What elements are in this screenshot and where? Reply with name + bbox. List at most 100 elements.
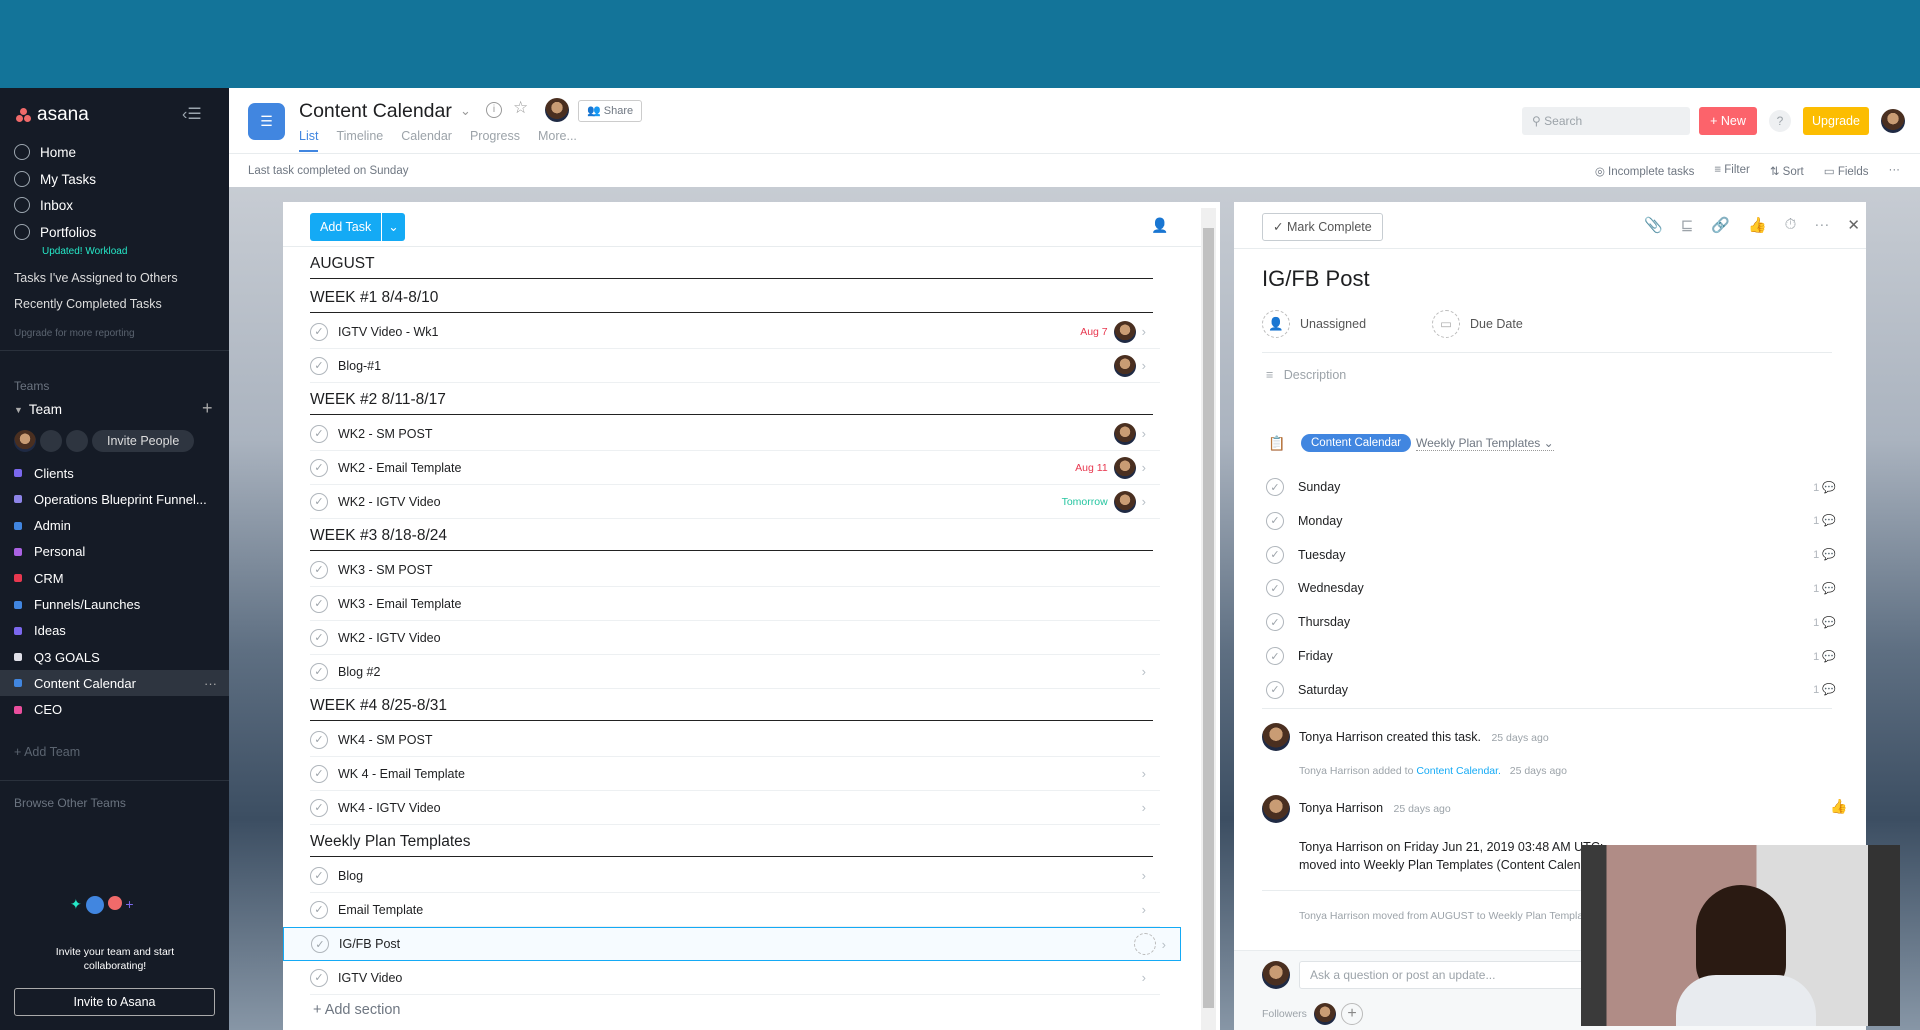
- close-icon[interactable]: ✕: [1847, 216, 1860, 234]
- chevron-right-icon[interactable]: ›: [1142, 902, 1146, 917]
- comment-count[interactable]: 1 💬: [1813, 650, 1836, 663]
- description-field[interactable]: ≡ Description: [1266, 368, 1346, 382]
- sidebar-project[interactable]: Admin: [0, 513, 229, 539]
- subtask-row[interactable]: ✓ Thursday 1 💬: [1266, 605, 1836, 639]
- complete-checkbox-icon[interactable]: ✓: [1266, 680, 1284, 699]
- incomplete-tasks-button[interactable]: ◎ Incomplete tasks: [1595, 164, 1695, 178]
- comment-count[interactable]: 1 💬: [1813, 548, 1836, 561]
- user-avatar[interactable]: [1881, 109, 1905, 133]
- task-row[interactable]: ✓ WK2 - SM POST ›: [310, 417, 1160, 451]
- filter-button[interactable]: ≡ Filter: [1714, 164, 1749, 178]
- subtask-row[interactable]: ✓ Tuesday 1 💬: [1266, 538, 1836, 572]
- report-recently-completed[interactable]: Recently Completed Tasks: [14, 297, 162, 311]
- add-section-button[interactable]: + Add section: [313, 1002, 400, 1018]
- comment-count[interactable]: 1 💬: [1813, 481, 1836, 494]
- task-title[interactable]: IG/FB Post: [1262, 266, 1370, 292]
- complete-checkbox-icon[interactable]: ✓: [310, 866, 328, 885]
- new-button[interactable]: + New: [1699, 107, 1757, 135]
- complete-checkbox-icon[interactable]: ✓: [311, 935, 329, 953]
- sidebar-project[interactable]: CRM: [0, 565, 229, 591]
- complete-checkbox-icon[interactable]: ✓: [310, 900, 328, 919]
- complete-checkbox-icon[interactable]: ✓: [1266, 579, 1284, 598]
- add-team-button[interactable]: + Add Team: [14, 745, 80, 759]
- assignee-avatar[interactable]: [1113, 320, 1136, 343]
- subtask-icon[interactable]: ⊑: [1681, 216, 1694, 234]
- section-dropdown[interactable]: Weekly Plan Templates ⌄: [1416, 436, 1554, 451]
- complete-checkbox-icon[interactable]: ✓: [310, 594, 328, 613]
- complete-checkbox-icon[interactable]: ✓: [310, 322, 328, 341]
- project-title[interactable]: Content Calendar: [299, 100, 452, 123]
- subtask-row[interactable]: ✓ Friday 1 💬: [1266, 639, 1836, 673]
- chevron-right-icon[interactable]: ›: [1142, 970, 1146, 985]
- chevron-right-icon[interactable]: ›: [1142, 494, 1146, 509]
- tab-calendar[interactable]: Calendar: [401, 129, 452, 152]
- avatar[interactable]: [14, 430, 36, 452]
- add-task-dropdown-icon[interactable]: ⌄: [381, 213, 404, 241]
- chevron-right-icon[interactable]: ›: [1142, 766, 1146, 781]
- assignee-avatar[interactable]: [1113, 354, 1136, 377]
- upgrade-reporting-link[interactable]: Upgrade for more reporting: [14, 328, 135, 339]
- nav-home[interactable]: Home: [14, 144, 76, 160]
- section-header[interactable]: AUGUST: [283, 247, 1203, 281]
- complete-checkbox-icon[interactable]: ✓: [1266, 545, 1284, 564]
- add-project-icon[interactable]: +: [202, 398, 213, 419]
- task-row[interactable]: ✓ IGTV Video - Wk1 Aug 7 ›: [310, 315, 1160, 349]
- section-header[interactable]: WEEK #1 8/4-8/10: [283, 281, 1203, 315]
- attachment-icon[interactable]: 📎: [1644, 216, 1663, 234]
- chevron-right-icon[interactable]: ›: [1142, 426, 1146, 441]
- task-row[interactable]: ✓ Blog #2 ›: [310, 655, 1160, 689]
- subtask-row[interactable]: ✓ Saturday 1 💬: [1266, 673, 1836, 707]
- comment-count[interactable]: 1 💬: [1813, 616, 1836, 629]
- info-icon[interactable]: i: [486, 102, 502, 118]
- chevron-right-icon[interactable]: ›: [1162, 937, 1166, 952]
- search-input[interactable]: ⚲ Search: [1522, 107, 1690, 135]
- project-tag[interactable]: Content Calendar: [1301, 434, 1412, 452]
- due-date-field[interactable]: ▭ Due Date: [1432, 310, 1523, 338]
- task-row[interactable]: ✓ WK4 - SM POST: [310, 723, 1160, 757]
- comment-count[interactable]: 1 💬: [1813, 683, 1836, 696]
- comment-like-icon[interactable]: 👍: [1830, 798, 1847, 815]
- complete-checkbox-icon[interactable]: ✓: [1266, 478, 1284, 496]
- subtask-row[interactable]: ✓ Monday 1 💬: [1266, 504, 1836, 538]
- add-task-button[interactable]: Add Task ⌄: [310, 213, 405, 241]
- help-button[interactable]: ?: [1769, 110, 1791, 132]
- tab-more[interactable]: More...: [538, 129, 577, 152]
- sidebar-project[interactable]: Ideas: [0, 618, 229, 644]
- task-row[interactable]: ✓ WK3 - SM POST: [310, 553, 1160, 587]
- assignee-filter-icon[interactable]: 👤: [1151, 217, 1168, 234]
- subtask-row[interactable]: ✓ Wednesday 1 💬: [1266, 571, 1836, 605]
- tab-list[interactable]: List: [299, 129, 319, 152]
- task-row[interactable]: ✓ Email Template ›: [310, 893, 1160, 927]
- section-header[interactable]: WEEK #2 8/11-8/17: [283, 383, 1203, 417]
- star-icon[interactable]: ☆: [513, 98, 528, 118]
- owner-avatar[interactable]: [545, 98, 569, 122]
- team-header[interactable]: ▼ Team: [14, 402, 62, 417]
- complete-checkbox-icon[interactable]: ✓: [310, 662, 328, 681]
- portfolios-badge[interactable]: Updated! Workload: [42, 246, 127, 257]
- report-assigned-to-others[interactable]: Tasks I've Assigned to Others: [14, 271, 178, 285]
- complete-checkbox-icon[interactable]: ✓: [1266, 613, 1284, 632]
- chevron-right-icon[interactable]: ›: [1142, 664, 1146, 679]
- link-icon[interactable]: 🔗: [1711, 216, 1730, 234]
- browse-other-teams-link[interactable]: Browse Other Teams: [14, 796, 126, 810]
- chevron-right-icon[interactable]: ›: [1142, 358, 1146, 373]
- section-header[interactable]: WEEK #4 8/25-8/31: [283, 689, 1203, 723]
- complete-checkbox-icon[interactable]: ✓: [310, 492, 328, 511]
- tab-progress[interactable]: Progress: [470, 129, 520, 152]
- nav-inbox[interactable]: Inbox: [14, 197, 73, 213]
- like-icon[interactable]: 👍: [1748, 216, 1767, 234]
- assignee-avatar[interactable]: [1113, 456, 1136, 479]
- task-row[interactable]: ✓ WK2 - IGTV Video: [310, 621, 1160, 655]
- more-options-button[interactable]: ···: [1889, 164, 1901, 178]
- mark-complete-button[interactable]: ✓ Mark Complete: [1262, 213, 1383, 241]
- chevron-right-icon[interactable]: ›: [1142, 868, 1146, 883]
- title-dropdown-icon[interactable]: ⌄: [460, 103, 471, 119]
- task-row[interactable]: ✓ WK 4 - Email Template ›: [310, 757, 1160, 791]
- comment-count[interactable]: 1 💬: [1813, 514, 1836, 527]
- collapse-sidebar-icon[interactable]: ‹☰: [182, 104, 202, 124]
- complete-checkbox-icon[interactable]: ✓: [310, 968, 328, 987]
- assignee-avatar[interactable]: [1113, 422, 1136, 445]
- empty-avatar[interactable]: [40, 430, 62, 452]
- task-row[interactable]: ✓ WK4 - IGTV Video ›: [310, 791, 1160, 825]
- sidebar-project[interactable]: Q3 GOALS: [0, 644, 229, 670]
